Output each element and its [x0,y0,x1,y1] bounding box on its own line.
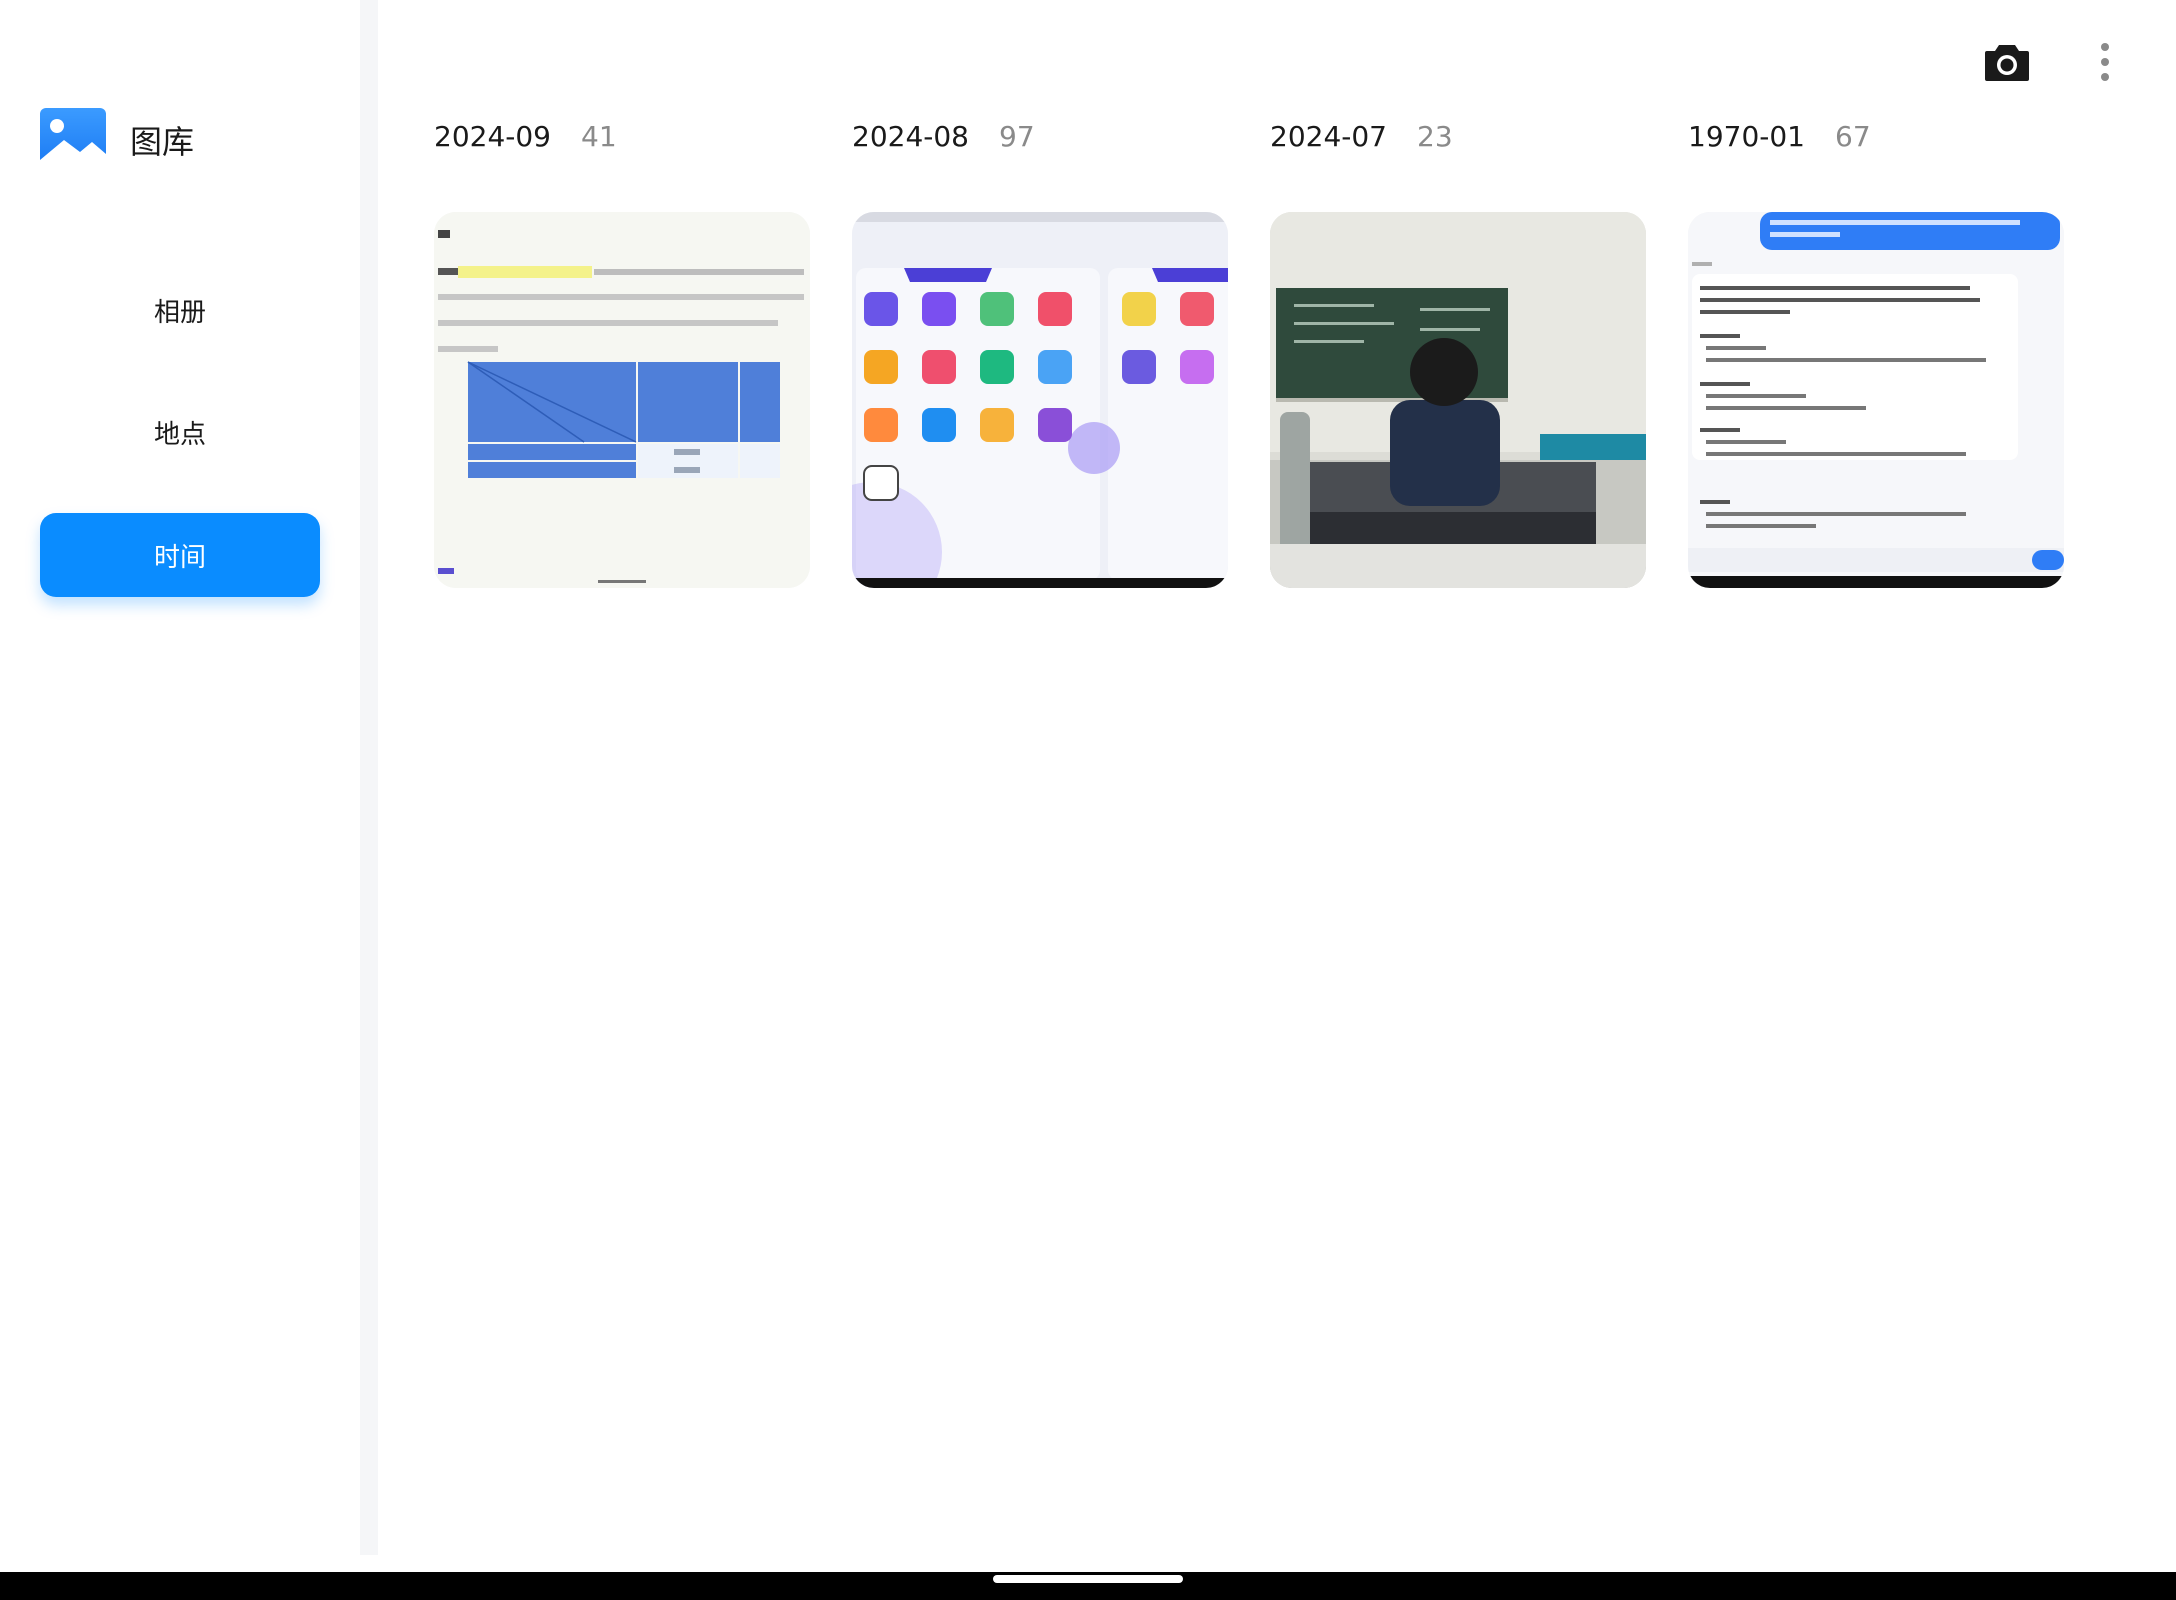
sidebar-divider [360,0,378,1555]
group-thumbnail[interactable] [852,212,1228,588]
sidebar-item-places[interactable]: 地点 [40,390,320,474]
time-group: 1970-01 67 [1688,120,2064,588]
group-thumbnail[interactable] [1688,212,2064,588]
group-header: 2024-07 23 [1270,120,1646,168]
app-header: 图库 [40,108,194,172]
group-count: 41 [581,120,617,153]
app-title: 图库 [130,123,195,161]
camera-icon[interactable] [1979,34,2035,90]
gallery-logo-icon [40,108,106,172]
chat-thumbnail [1688,212,2064,588]
app-drawer-thumbnail [852,212,1228,588]
sidebar: 图库 相册 地点 时间 [0,0,360,1555]
document-thumbnail [434,212,810,588]
home-indicator[interactable] [993,1575,1183,1583]
sidebar-item-time[interactable]: 时间 [40,513,320,597]
group-header: 1970-01 67 [1688,120,2064,168]
time-group: 2024-07 23 [1270,120,1646,588]
group-header: 2024-08 97 [852,120,1228,168]
sidebar-item-label: 相册 [153,297,206,328]
more-vertical-icon[interactable] [2077,34,2133,90]
group-count: 67 [1835,120,1871,153]
gallery-screen: 图库 相册 地点 时间 2024-09 41 2024-08 97 2024-0… [0,0,2176,1600]
sidebar-item-albums[interactable]: 相册 [40,268,320,352]
group-date: 1970-01 [1688,120,1805,153]
sidebar-item-label: 时间 [153,542,206,573]
group-date: 2024-08 [852,120,969,153]
group-thumbnail[interactable] [1270,212,1646,588]
group-header: 2024-09 41 [434,120,810,168]
time-group: 2024-09 41 [434,120,810,588]
time-group: 2024-08 97 [852,120,1228,588]
sidebar-item-label: 地点 [153,419,206,450]
group-date: 2024-07 [1270,120,1387,153]
group-count: 97 [999,120,1035,153]
group-thumbnail[interactable] [434,212,810,588]
group-count: 23 [1417,120,1453,153]
classroom-thumbnail [1270,212,1646,588]
group-date: 2024-09 [434,120,551,153]
